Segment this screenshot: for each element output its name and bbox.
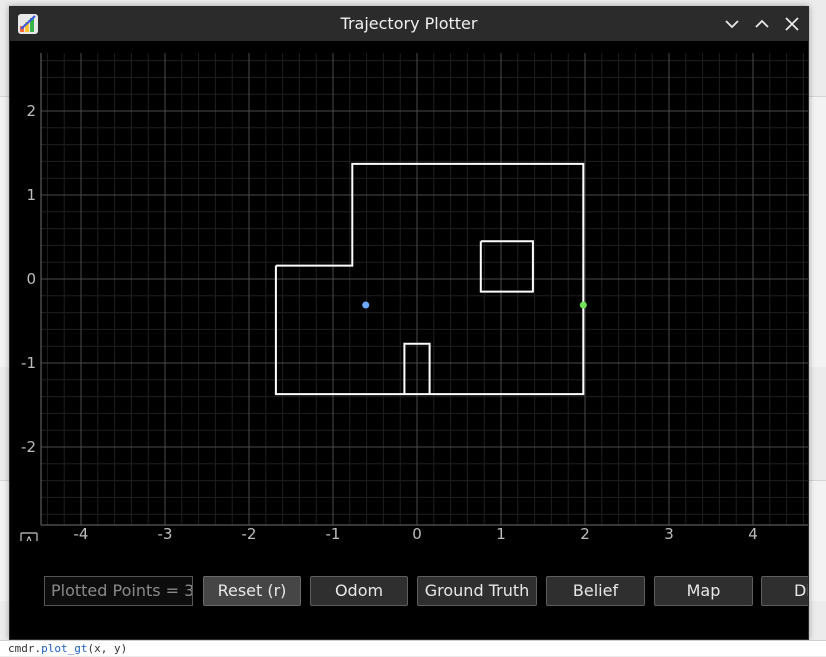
plot-area[interactable]: -4 -3 -2 -1 0 1 2 3 4 2 1 0 -1 -2 A xyxy=(10,41,808,541)
major-grid xyxy=(41,53,808,525)
status-function: plot_gt xyxy=(41,642,88,655)
trajectory-plot[interactable]: -4 -3 -2 -1 0 1 2 3 4 2 1 0 -1 -2 A xyxy=(10,41,808,541)
distribution-button[interactable]: Di xyxy=(761,576,808,606)
x-tick-label: 2 xyxy=(580,525,590,541)
odom-button[interactable]: Odom xyxy=(310,576,408,606)
y-tick-label: 0 xyxy=(26,270,36,288)
x-tick-label: 0 xyxy=(412,525,422,541)
title-bar[interactable]: Trajectory Plotter xyxy=(10,7,808,41)
trajectory-plotter-window: Trajectory Plotter -4 -3 -2 -1 0 1 2 3 4 2 1 0 -1 -2 xyxy=(9,6,809,640)
status-prefix: cmdr. xyxy=(8,642,42,655)
autoscale-button[interactable]: A xyxy=(20,532,38,541)
minor-grid xyxy=(41,53,808,525)
x-tick-label: -3 xyxy=(158,525,173,541)
x-tick-label: -2 xyxy=(242,525,257,541)
window-title: Trajectory Plotter xyxy=(340,14,478,33)
x-tick-label: 3 xyxy=(664,525,674,541)
ground-truth-button[interactable]: Ground Truth xyxy=(417,576,537,606)
chevron-up-icon xyxy=(755,19,769,28)
map-wall xyxy=(479,240,534,293)
y-tick-label: -2 xyxy=(21,438,36,456)
x-tick-label: 1 xyxy=(496,525,506,541)
plotted-point xyxy=(362,301,370,309)
y-tick-label: 2 xyxy=(26,102,36,120)
plotted-point xyxy=(579,301,587,309)
map-button[interactable]: Map xyxy=(654,576,753,606)
status-args: (x, y) xyxy=(87,642,128,655)
close-icon xyxy=(785,17,799,31)
reset-button[interactable]: Reset (r) xyxy=(203,576,301,606)
plotted-points-counter: Plotted Points = 3 xyxy=(44,576,193,606)
status-bar: cmdr.plot_gt(x, y) xyxy=(0,640,826,656)
x-tick-label: -4 xyxy=(74,525,89,541)
x-tick-label: 4 xyxy=(748,525,758,541)
y-tick-label: -1 xyxy=(21,354,36,372)
belief-button[interactable]: Belief xyxy=(546,576,645,606)
y-tick-label: 1 xyxy=(26,186,36,204)
minimize-button[interactable] xyxy=(722,14,742,34)
x-tick-label: -1 xyxy=(326,525,341,541)
points-layer xyxy=(362,301,587,309)
control-bar: Plotted Points = 3 Reset (r) Odom Ground… xyxy=(10,541,808,639)
chevron-down-icon xyxy=(725,20,739,29)
maximize-button[interactable] xyxy=(752,14,772,34)
close-button[interactable] xyxy=(782,14,802,34)
